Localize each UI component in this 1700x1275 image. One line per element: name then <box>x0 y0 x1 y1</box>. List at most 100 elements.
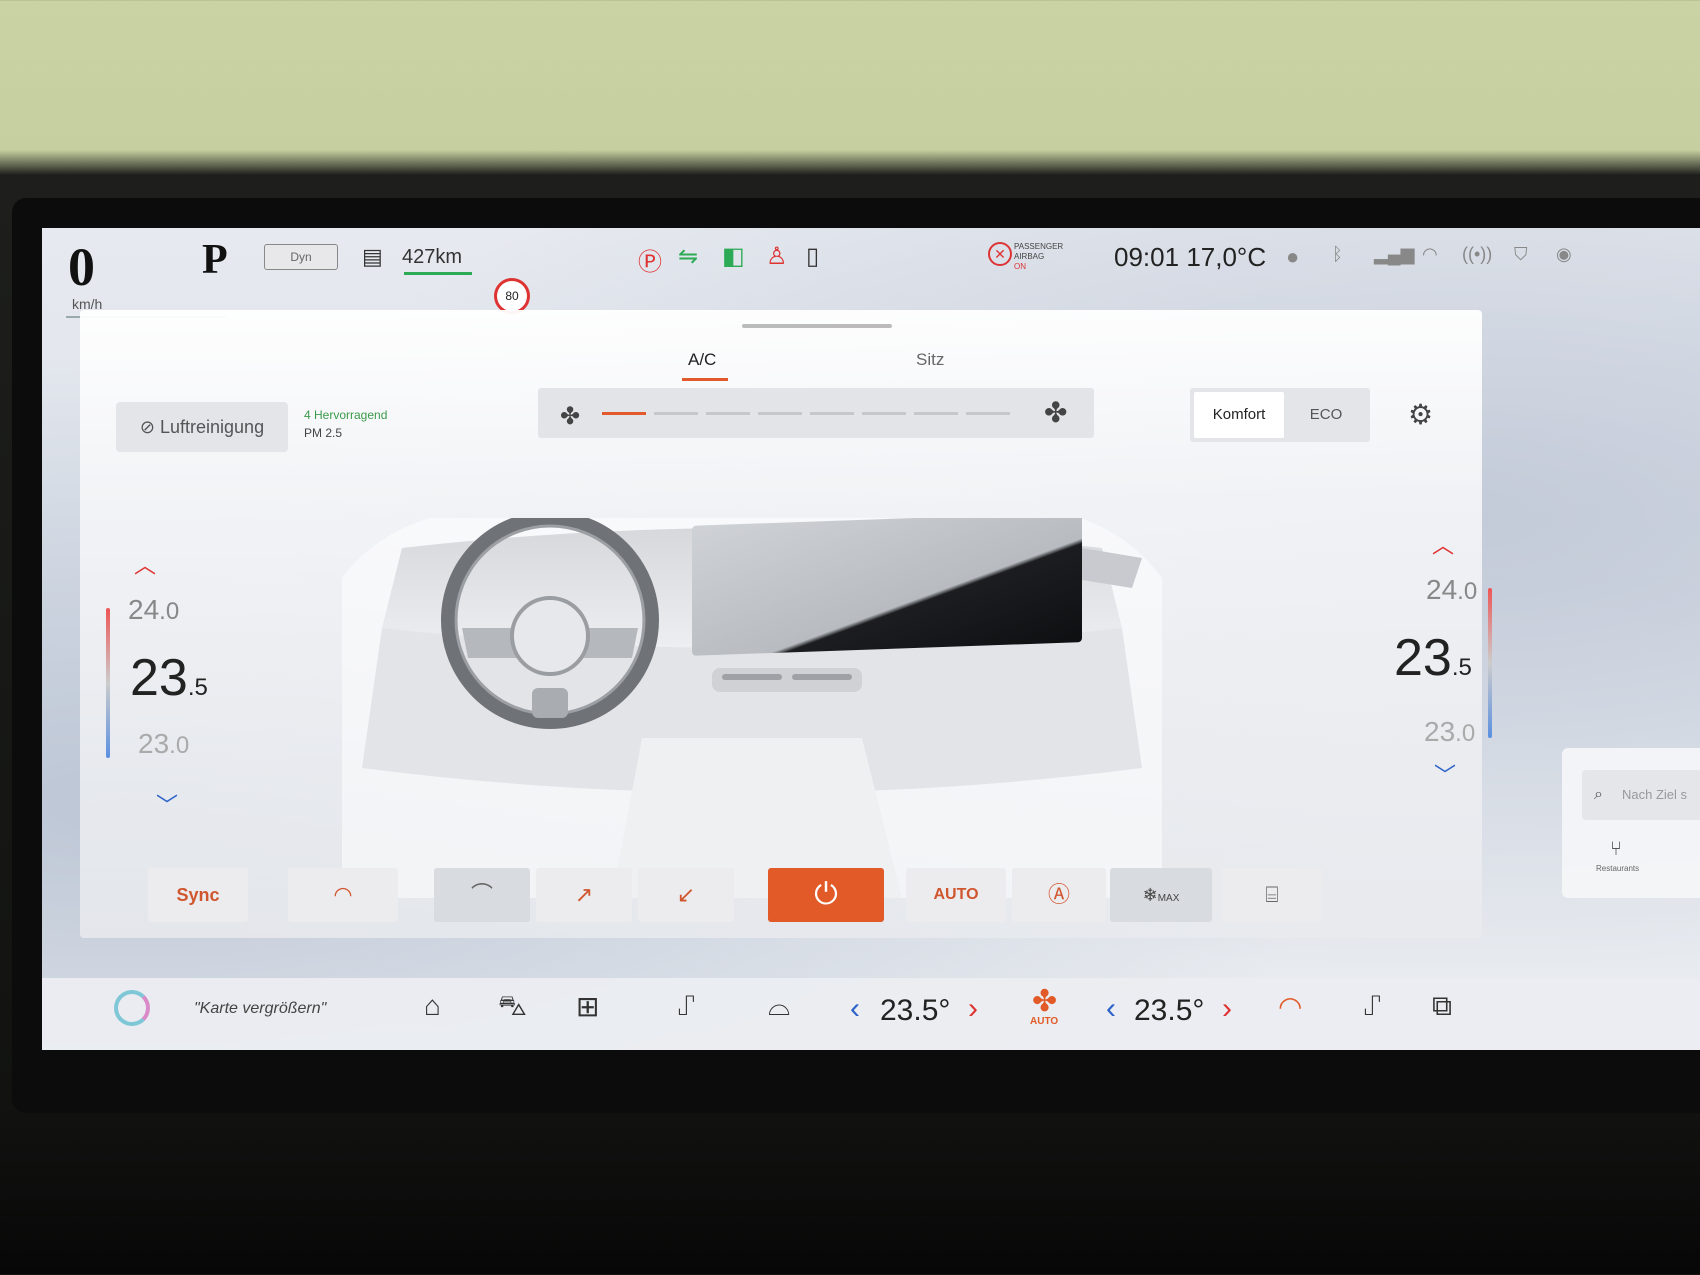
rear-defrost-icon: ⌸ <box>1265 882 1279 907</box>
fan-high-icon[interactable]: ✤ <box>1044 396 1067 429</box>
sync-button[interactable]: Sync <box>148 868 248 922</box>
fan-auto-icon[interactable]: ✤ <box>1032 984 1057 1019</box>
outside-temp: 17,0°C <box>1186 242 1267 272</box>
infotainment-screen: 0 km/h P Dyn ▤ 427km 80 Ⓟ ⇋ ◧ ♙ ▯ ✕ PASS… <box>42 228 1700 1050</box>
auto-recirc-icon: Ⓐ <box>1047 882 1070 907</box>
air-purification-label: Luftreinigung <box>160 417 265 437</box>
signal-icon: ▂▄▆ <box>1374 244 1415 264</box>
fan-level-segment[interactable] <box>654 412 698 415</box>
pm-label: PM 2.5 <box>304 426 343 440</box>
driver-temp-below: 23.0 <box>138 728 189 760</box>
speed-limit-sign: 80 <box>494 278 530 314</box>
passenger-airbag-status: PASSENGER AIRBAG ON <box>1014 242 1064 271</box>
fan-low-icon[interactable]: ✤ <box>560 402 580 431</box>
passenger-temp-above-int: 24 <box>1426 574 1458 605</box>
mode-eco-button[interactable]: ECO <box>1286 392 1366 438</box>
fan-level-segment[interactable] <box>602 412 646 415</box>
fan-level-segment[interactable] <box>914 412 958 415</box>
passenger-temp-above: 24.0 <box>1426 574 1477 606</box>
max-label: MAX <box>1157 893 1180 904</box>
snowflake-icon: ❄ <box>1142 885 1158 905</box>
driver-temp-int: 23 <box>130 649 188 707</box>
auto-climate-button[interactable]: AUTO <box>906 868 1006 922</box>
fan-level-segment[interactable] <box>966 412 1010 415</box>
passenger-temp-up-icon[interactable]: ︿ <box>1432 528 1454 560</box>
car-interior-image <box>342 518 1162 898</box>
rear-defrost-button[interactable]: ⌸ <box>1222 868 1322 922</box>
seatbelt-warning-icon: ♙ <box>766 243 788 270</box>
passenger-temp-int: 23 <box>1394 629 1452 687</box>
airbag-icon: ✕ <box>988 242 1012 266</box>
driver-temp-decrease-icon[interactable]: ‹ <box>850 992 860 1026</box>
fan-level-segment[interactable] <box>706 412 750 415</box>
recirculation-button[interactable]: ◠ <box>288 868 398 922</box>
airflow-feet-button[interactable]: ↙ <box>638 868 734 922</box>
time: 09:01 <box>1114 242 1180 272</box>
wifi-icon: ◠ <box>1422 244 1438 264</box>
apps-grid-icon[interactable]: ⊞ <box>576 990 599 1023</box>
search-icon: ⌕ <box>1594 786 1603 803</box>
door-open-icon: ▯ <box>806 243 820 270</box>
passenger-temp-current[interactable]: 23.5 <box>1394 628 1472 688</box>
driver-temp-above: 24.0 <box>128 594 179 626</box>
driver-temp-dec: .5 <box>187 674 208 701</box>
car-recirculation-icon: ◠ <box>333 882 353 907</box>
dock-driver-temp[interactable]: 23.5° <box>880 994 950 1028</box>
clock-and-temp: 09:01 17,0°C <box>1114 242 1266 273</box>
settings-gear-icon[interactable]: ⚙ <box>1408 398 1433 431</box>
auto-recirculation-button[interactable]: Ⓐ <box>1012 868 1106 922</box>
fan-level-segment[interactable] <box>758 412 802 415</box>
parking-brake-icon: Ⓟ <box>638 249 662 276</box>
passenger-temp-decrease-icon[interactable]: ‹ <box>1106 992 1116 1026</box>
driver-temp-below-int: 23 <box>138 728 170 759</box>
passenger-temp-increase-icon[interactable]: › <box>1222 992 1232 1026</box>
driver-temp-current[interactable]: 23.5 <box>130 648 208 708</box>
windshield-airflow-icon: ⌒ <box>470 882 493 907</box>
passenger-temp-below-int: 23 <box>1424 716 1456 747</box>
restaurants-label: Restaurants <box>1596 864 1640 873</box>
drive-mode-badge: Dyn <box>264 244 338 270</box>
connectivity-icon: ((•)) <box>1462 244 1493 264</box>
car-icon[interactable]: ⛍ <box>498 990 527 1026</box>
seat-heating-icon[interactable]: ⑀ <box>678 990 695 1022</box>
tab-sitz[interactable]: Sitz <box>916 350 944 370</box>
passenger-temp-down-icon[interactable]: ﹀ <box>1434 758 1456 790</box>
passenger-temp-above-dec: .0 <box>1457 578 1478 605</box>
passenger-temp-below: 23.0 <box>1424 716 1475 748</box>
air-purification-button[interactable]: ⊘ Luftreinigung <box>116 402 288 452</box>
fan-auto-label: AUTO <box>1030 1016 1059 1027</box>
driver-temp-scale <box>106 608 110 758</box>
car-recirculation-dock-icon[interactable]: ◠ <box>1278 990 1302 1023</box>
tab-ac[interactable]: A/C <box>688 350 716 370</box>
air-quality-value: 4 Hervorragend <box>304 408 388 422</box>
climate-power-button[interactable]: ⏻ <box>768 868 884 922</box>
passenger-temp-below-dec: .0 <box>1455 720 1476 747</box>
seat-ventilation-icon[interactable]: ⑀ <box>1364 990 1381 1022</box>
side-lights-icon: ⇋ <box>678 243 699 270</box>
leaf-icon: ⊘ <box>139 417 155 437</box>
user-profile-icon[interactable]: ● <box>1286 244 1299 270</box>
airflow-face-button[interactable]: ↗ <box>536 868 632 922</box>
restaurant-icon[interactable]: ⑂ <box>1610 838 1622 861</box>
range-bar <box>404 272 472 275</box>
voice-hint: "Karte vergrößern" <box>194 1000 327 1017</box>
driver-temp-increase-icon[interactable]: › <box>968 992 978 1026</box>
mode-komfort-button[interactable]: Komfort <box>1194 392 1284 438</box>
driver-temp-up-icon[interactable]: ︿ <box>134 548 156 580</box>
windshield-defrost-button[interactable]: ⌒ <box>434 868 530 922</box>
driver-temp-above-int: 24 <box>128 594 160 625</box>
max-cooling-button[interactable]: ❄MAX <box>1110 868 1212 922</box>
voice-assistant-icon[interactable] <box>114 990 150 1026</box>
driver-temp-down-icon[interactable]: ﹀ <box>156 788 178 820</box>
front-defrost-icon[interactable]: ⌓ <box>768 990 790 1023</box>
driver-temp-below-dec: .0 <box>169 732 190 759</box>
fan-level-segment[interactable] <box>862 412 906 415</box>
home-icon[interactable]: ⌂ <box>424 990 441 1022</box>
panel-drag-handle[interactable] <box>742 324 892 328</box>
split-screen-icon[interactable]: ⧉ <box>1432 990 1452 1023</box>
bluetooth-icon: ᛒ <box>1332 244 1343 264</box>
fan-level-segment[interactable] <box>810 412 854 415</box>
range-value: 427km <box>402 246 463 268</box>
privacy-icon: ◉ <box>1556 244 1572 264</box>
dock-passenger-temp[interactable]: 23.5° <box>1134 994 1204 1028</box>
